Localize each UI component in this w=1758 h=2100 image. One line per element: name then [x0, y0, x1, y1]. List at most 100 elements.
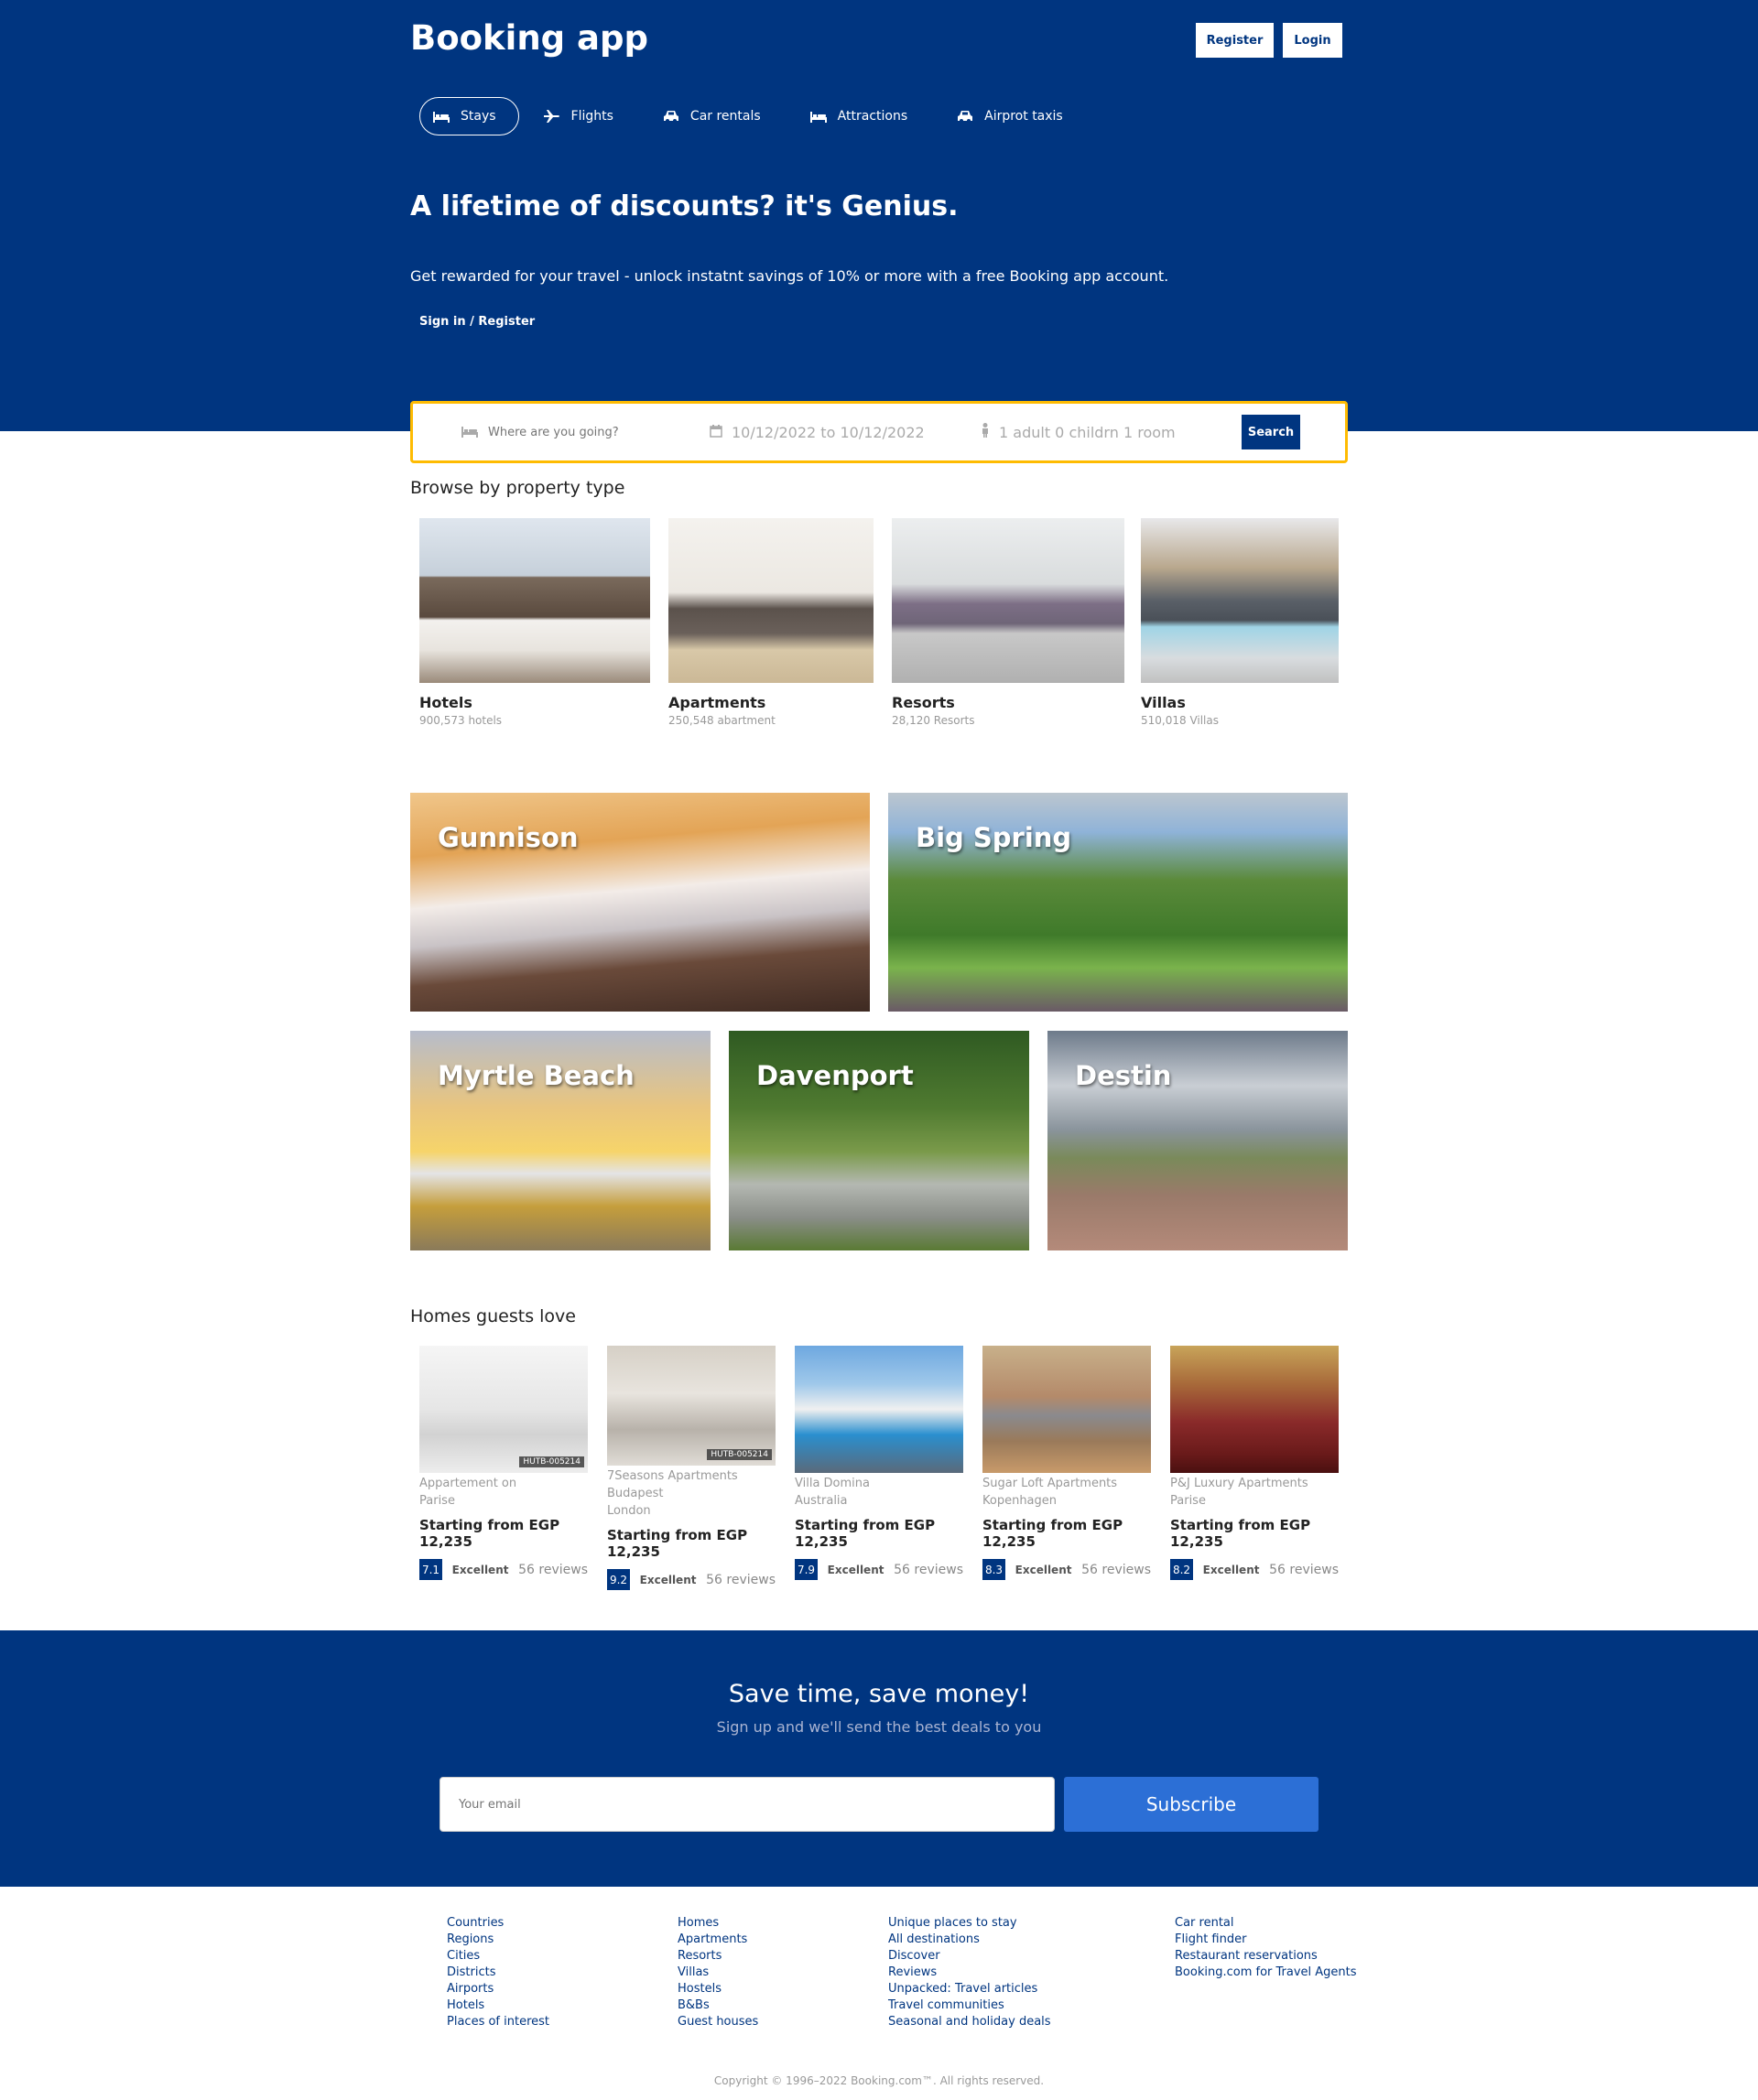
homes-title: Homes guests love	[410, 1306, 576, 1326]
footer-link[interactable]: Regions	[447, 1932, 549, 1948]
image-tag: HUTB-005214	[519, 1456, 584, 1467]
footer-link[interactable]: Unpacked: Travel articles	[888, 1981, 1051, 1997]
footer-link[interactable]: B&Bs	[678, 1997, 758, 2014]
nav-item-attractions[interactable]: Attractions	[798, 97, 932, 135]
search-button[interactable]: Search	[1242, 415, 1300, 449]
property-count: 510,018 Villas	[1141, 714, 1219, 727]
newsletter-title: Save time, save money!	[728, 1680, 1030, 1708]
footer-link[interactable]: Hotels	[447, 1997, 549, 2014]
home-card[interactable]: HUTB-005214 7Seasons Apartments Budapest…	[607, 1346, 776, 1590]
footer-link[interactable]: Villas	[678, 1965, 758, 1981]
rating-label: Excellent	[639, 1573, 697, 1586]
footer-link[interactable]: Reviews	[888, 1965, 1051, 1981]
nav-bar: Stays Flights Car rentals Attractions Ai…	[419, 97, 1101, 135]
nav-item-flights[interactable]: Flights	[532, 97, 638, 135]
home-card[interactable]: HUTB-005214 Appartement on Parise Starti…	[419, 1346, 588, 1580]
city-name: Gunnison	[438, 822, 579, 853]
taxi-icon	[955, 110, 975, 123]
home-rating: 7.9 Excellent 56 reviews	[795, 1559, 963, 1580]
property-name: Villas	[1141, 694, 1186, 711]
home-price: Starting from EGP 12,235	[982, 1517, 1123, 1550]
review-count: 56 reviews	[1081, 1562, 1151, 1577]
city-name: Big Spring	[916, 822, 1072, 853]
villa-image	[1141, 518, 1339, 683]
subscribe-button[interactable]: Subscribe	[1064, 1777, 1318, 1832]
calendar-icon	[710, 424, 722, 441]
brand-logo[interactable]: Booking app	[410, 18, 648, 58]
rating-label: Excellent	[1202, 1563, 1260, 1576]
home-card[interactable]: Villa Domina Australia Starting from EGP…	[795, 1346, 963, 1580]
nav-label: Car rentals	[689, 109, 761, 124]
nav-item-car-rentals[interactable]: Car rentals	[651, 97, 786, 135]
property-name: Resorts	[892, 694, 955, 711]
footer-link[interactable]: Booking.com for Travel Agents	[1175, 1965, 1357, 1981]
nav-label: Airprot taxis	[984, 109, 1063, 124]
footer-link[interactable]: Airports	[447, 1981, 549, 1997]
footer-link[interactable]: All destinations	[888, 1932, 1051, 1948]
footer-link[interactable]: Flight finder	[1175, 1932, 1357, 1948]
footer-link[interactable]: Unique places to stay	[888, 1915, 1051, 1932]
apartment-image	[668, 518, 874, 683]
hero-title: A lifetime of discounts? it's Genius.	[410, 190, 959, 222]
home-city: Kopenhagen	[982, 1494, 1058, 1508]
sign-in-register-link[interactable]: Sign in / Register	[419, 315, 535, 329]
city-card-davenport[interactable]: Davenport	[729, 1031, 1029, 1250]
date-field[interactable]: 10/12/2022 to 10/12/2022	[710, 404, 925, 460]
home-card[interactable]: P&J Luxury Apartments Parise Starting fr…	[1170, 1346, 1339, 1580]
register-button[interactable]: Register	[1196, 23, 1274, 58]
rating-label: Excellent	[1015, 1563, 1072, 1576]
review-count: 56 reviews	[1269, 1562, 1339, 1577]
footer-link[interactable]: Car rental	[1175, 1915, 1357, 1932]
property-name: Hotels	[419, 694, 472, 711]
rating-score: 9.2	[607, 1569, 630, 1590]
destination-input[interactable]	[488, 425, 689, 439]
nav-label: Attractions	[837, 109, 908, 124]
home-card[interactable]: Sugar Loft Apartments Kopenhagen Startin…	[982, 1346, 1151, 1580]
footer-link[interactable]: Discover	[888, 1948, 1051, 1965]
footer-link[interactable]: Apartments	[678, 1932, 758, 1948]
home-rating: 7.1 Excellent 56 reviews	[419, 1559, 588, 1580]
footer-link[interactable]: Restaurant reservations	[1175, 1948, 1357, 1965]
home-name: Villa Domina	[795, 1477, 870, 1490]
city-name: Destin	[1075, 1060, 1172, 1091]
footer-link[interactable]: Guest houses	[678, 2014, 758, 2030]
property-card-apartments[interactable]: Apartments 250,548 abartment	[668, 518, 874, 727]
nav-label: Flights	[570, 109, 613, 124]
footer-link[interactable]: Places of interest	[447, 2014, 549, 2030]
footer-link[interactable]: Seasonal and holiday deals	[888, 2014, 1051, 2030]
nav-item-airport-taxis[interactable]: Airprot taxis	[945, 97, 1088, 135]
footer-link[interactable]: Cities	[447, 1948, 549, 1965]
city-card-big-spring[interactable]: Big Spring	[888, 793, 1348, 1012]
city-card-destin[interactable]: Destin	[1047, 1031, 1348, 1250]
footer-link[interactable]: Travel communities	[888, 1997, 1051, 2014]
property-card-villas[interactable]: Villas 510,018 Villas	[1141, 518, 1339, 727]
guests-field[interactable]: 1 adult 0 childrn 1 room	[981, 404, 1176, 460]
footer-link[interactable]: Resorts	[678, 1948, 758, 1965]
image-tag: HUTB-005214	[707, 1449, 772, 1460]
home-image: HUTB-005214	[419, 1346, 588, 1473]
home-image: HUTB-005214	[607, 1346, 776, 1466]
city-card-gunnison[interactable]: Gunnison	[410, 793, 870, 1012]
footer-column: Countries Regions Cities Districts Airpo…	[447, 1915, 549, 2030]
email-input[interactable]	[440, 1777, 1055, 1832]
footer-link[interactable]: Countries	[447, 1915, 549, 1932]
nav-label: Stays	[461, 109, 496, 124]
footer-link[interactable]: Districts	[447, 1965, 549, 1981]
property-card-hotels[interactable]: Hotels 900,573 hotels	[419, 518, 650, 727]
home-price: Starting from EGP 12,235	[1170, 1517, 1311, 1550]
home-name: 7Seasons Apartments Budapest	[607, 1469, 738, 1500]
destination-field[interactable]	[461, 404, 689, 460]
newsletter-section: Save time, save money! Sign up and we'll…	[0, 1630, 1758, 1887]
login-button[interactable]: Login	[1283, 23, 1342, 58]
property-name: Apartments	[668, 694, 766, 711]
bed-icon	[431, 110, 451, 123]
property-card-resorts[interactable]: Resorts 28,120 Resorts	[892, 518, 1124, 727]
nav-item-stays[interactable]: Stays	[419, 97, 519, 135]
city-card-myrtle-beach[interactable]: Myrtle Beach	[410, 1031, 711, 1250]
copyright-text: Copyright © 1996–2022 Booking.com™. All …	[713, 2074, 1045, 2087]
bed-icon	[808, 110, 829, 123]
footer-link[interactable]: Hostels	[678, 1981, 758, 1997]
footer-link[interactable]: Homes	[678, 1915, 758, 1932]
guests-text: 1 adult 0 childrn 1 room	[999, 423, 1176, 441]
newsletter-subtitle: Sign up and we'll send the best deals to…	[716, 1718, 1042, 1736]
